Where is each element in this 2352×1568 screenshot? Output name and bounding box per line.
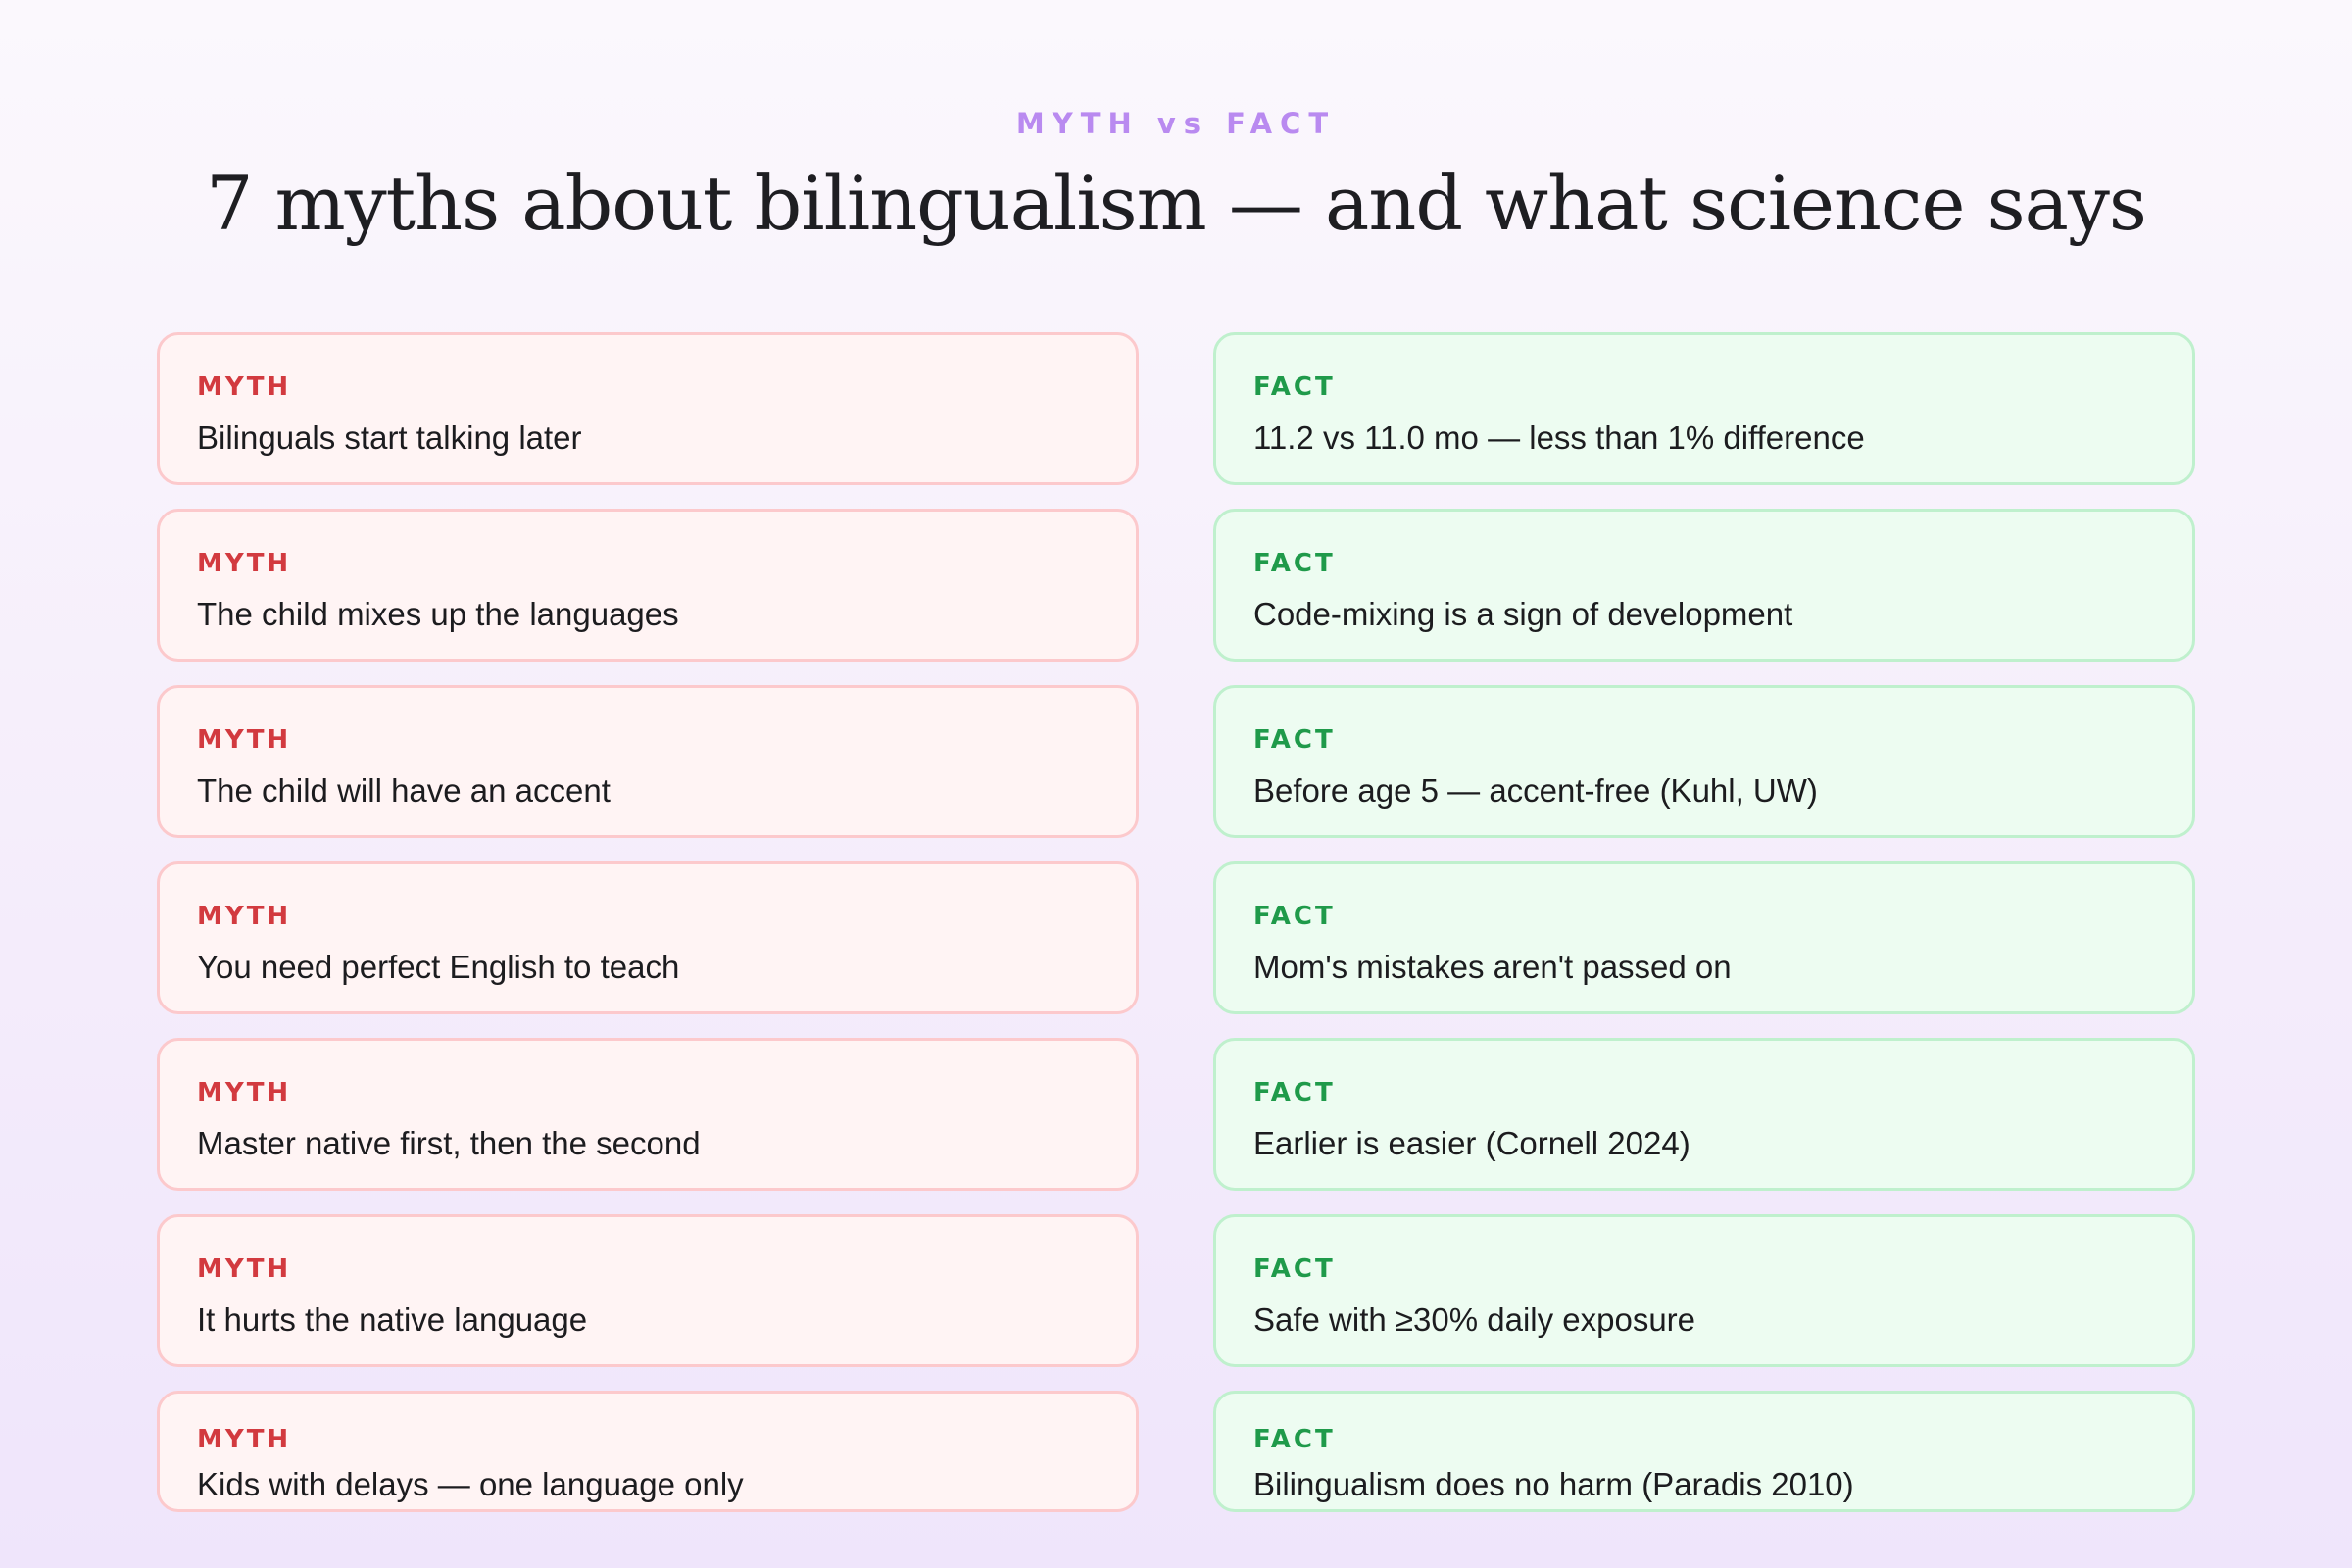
myth-text: Master native first, then the second [197,1125,701,1161]
fact-text: Code-mixing is a sign of development [1253,596,1793,632]
fact-card-4: FACT Mom's mistakes aren't passed on [1213,861,2195,1014]
fact-card-5: FACT Earlier is easier (Cornell 2024) [1213,1038,2195,1191]
myth-card-6: MYTH It hurts the native language [157,1214,1139,1367]
fact-tag: FACT [1253,549,1336,578]
myth-card-5: MYTH Master native first, then the secon… [157,1038,1139,1191]
myth-text: Bilinguals start talking later [197,419,582,456]
fact-text: Mom's mistakes aren't passed on [1253,949,1732,985]
fact-tag: FACT [1253,902,1336,931]
fact-card-7: FACT Bilingualism does no harm (Paradis … [1213,1391,2195,1512]
fact-card-6: FACT Safe with ≥30% daily exposure [1213,1214,2195,1367]
myth-text: It hurts the native language [197,1301,588,1338]
fact-text: Safe with ≥30% daily exposure [1253,1301,1696,1338]
myth-card-4: MYTH You need perfect English to teach [157,861,1139,1014]
myth-card-1: MYTH Bilinguals start talking later [157,332,1139,485]
myth-card-3: MYTH The child will have an accent [157,685,1139,838]
fact-tag: FACT [1253,1078,1336,1107]
myth-tag: MYTH [197,1254,292,1284]
fact-text: Before age 5 — accent-free (Kuhl, UW) [1253,772,1818,808]
myth-tag: MYTH [197,549,292,578]
myth-card-7: MYTH Kids with delays — one language onl… [157,1391,1139,1512]
myth-tag: MYTH [197,1078,292,1107]
fact-tag: FACT [1253,725,1336,755]
fact-card-1: FACT 11.2 vs 11.0 mo — less than 1% diff… [1213,332,2195,485]
eyebrow-label: MYTH vs FACT [1015,107,1337,140]
myth-tag: MYTH [197,725,292,755]
myth-text: You need perfect English to teach [197,949,680,985]
myth-card-2: MYTH The child mixes up the languages [157,509,1139,662]
myth-tag: MYTH [197,372,292,402]
fact-card-2: FACT Code-mixing is a sign of developmen… [1213,509,2195,662]
myth-tag: MYTH [197,1425,292,1454]
myth-text: Kids with delays — one language only [197,1466,744,1502]
fact-tag: FACT [1253,1425,1336,1454]
fact-tag: FACT [1253,1254,1336,1284]
myth-text: The child will have an accent [197,772,611,808]
fact-text: Earlier is easier (Cornell 2024) [1253,1125,1690,1161]
myth-text: The child mixes up the languages [197,596,679,632]
fact-card-3: FACT Before age 5 — accent-free (Kuhl, U… [1213,685,2195,838]
fact-tag: FACT [1253,372,1336,402]
fact-text: Bilingualism does no harm (Paradis 2010) [1253,1466,1854,1502]
myth-tag: MYTH [197,902,292,931]
page-title: 7 myths about bilingualism — and what sc… [206,160,2147,247]
fact-text: 11.2 vs 11.0 mo — less than 1% differenc… [1253,419,1865,456]
myth-fact-grid: MYTH Bilinguals start talking later FACT… [157,332,2195,1512]
